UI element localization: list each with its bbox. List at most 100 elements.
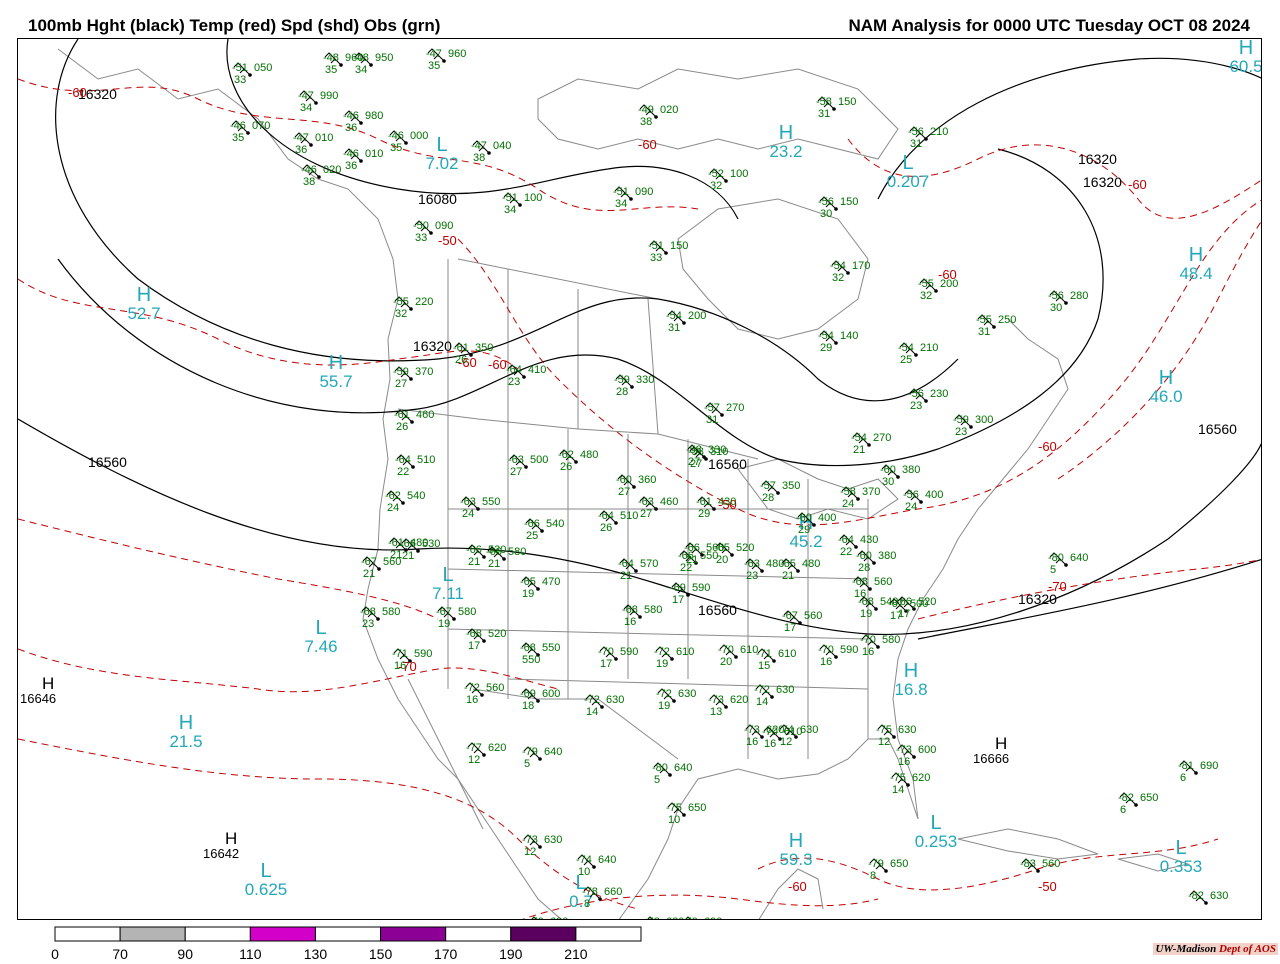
- obs-height: 350: [782, 480, 800, 492]
- obs-height: 520: [488, 628, 506, 640]
- station-obs: -6027 360: [616, 474, 656, 498]
- obs-height: 270: [726, 402, 744, 414]
- obs-temp: -80: [652, 762, 668, 774]
- station-obs: -5624 400: [903, 489, 943, 513]
- obs-height: 200: [940, 278, 958, 290]
- station-obs: -6719 580: [436, 606, 476, 630]
- station-obs: -7020610: [718, 644, 758, 668]
- station-obs: -6324 550: [460, 496, 500, 520]
- legend-cell: [575, 926, 642, 942]
- obs-temp: -82: [1188, 890, 1204, 902]
- obs-dewpoint: 13: [710, 706, 722, 718]
- obs-temp: -72: [654, 646, 670, 658]
- temp-label: -60: [1128, 177, 1147, 192]
- obs-temp: -83: [1020, 858, 1036, 870]
- obs-height: 370: [415, 366, 433, 378]
- credit-banner: UW-Madison Dept of AOS: [1153, 943, 1278, 955]
- station-obs: -6327 500: [508, 454, 548, 478]
- obs-temp: -60: [616, 474, 632, 486]
- obs-dewpoint: 12: [468, 754, 480, 766]
- obs-temp: -57: [760, 480, 776, 492]
- obs-height: 010: [315, 132, 333, 144]
- center-letter: H: [179, 712, 193, 734]
- obs-height: 630: [544, 834, 562, 846]
- obs-dewpoint: 32: [920, 290, 932, 302]
- obs-temp: -72: [754, 684, 770, 696]
- obs-dewpoint: 23: [746, 570, 758, 582]
- obs-height: 590: [840, 644, 858, 656]
- obs-height: 590: [414, 648, 432, 660]
- obs-height: 210: [930, 126, 948, 138]
- obs-dewpoint: 21: [402, 550, 414, 562]
- obs-dewpoint: 28: [616, 386, 628, 398]
- obs-height: 650: [1140, 792, 1158, 804]
- center-letter: H: [789, 830, 803, 852]
- obs-height: 540: [407, 490, 425, 502]
- obs-dewpoint: 27: [395, 378, 407, 390]
- temp-label: -50: [438, 233, 457, 248]
- temp-contour-caribbean: [18, 738, 639, 910]
- station-obs: -7115 610: [756, 648, 796, 672]
- obs-temp: -72: [656, 688, 672, 700]
- obs-dewpoint: 14: [892, 784, 904, 796]
- station-obs: -5531 250: [976, 314, 1016, 338]
- station-obs: -6426 510: [598, 510, 638, 534]
- temp-contour-west: [18, 278, 519, 370]
- obs-temp: -56: [818, 196, 834, 208]
- center-high: H21.5: [169, 712, 202, 751]
- station-obs: -5631 210: [908, 126, 948, 150]
- obs-height: 400: [925, 489, 943, 501]
- coastline-arctic: [537, 68, 899, 160]
- station-obs: -6817 520: [466, 628, 506, 652]
- obs-dewpoint: 32: [832, 272, 844, 284]
- obs-temp: -51: [502, 192, 518, 204]
- station-obs: -5134 090: [613, 186, 653, 210]
- obs-dewpoint: 33: [650, 252, 662, 264]
- obs-dewpoint: 8: [870, 870, 876, 882]
- obs-height: 620: [488, 742, 506, 754]
- obs-temp: -69: [670, 582, 686, 594]
- obs-dewpoint: 34: [300, 102, 312, 114]
- obs-dewpoint: 16: [898, 756, 910, 768]
- obs-temp: -58: [840, 486, 856, 498]
- temp-contour-north: [18, 78, 699, 212]
- station-obs: -6816 580: [622, 604, 662, 628]
- station-obs: -6028 380: [856, 550, 896, 574]
- center-letter: L: [260, 860, 271, 882]
- obs-height: 550: [542, 642, 560, 654]
- obs-dewpoint: 24: [842, 498, 854, 510]
- credit-institution: UW-Madison: [1155, 943, 1217, 955]
- station-obs: -826 650: [1118, 792, 1158, 816]
- height-contour-16080: [226, 39, 739, 220]
- obs-dewpoint: 26: [600, 522, 612, 534]
- temp-contour-east: [1057, 220, 1261, 480]
- obs-temp: -46: [343, 110, 359, 122]
- obs-temp: -74: [576, 854, 592, 866]
- obs-temp: -60: [796, 512, 812, 524]
- obs-height: 640: [1070, 552, 1088, 564]
- center-value: 59.3: [779, 850, 812, 869]
- obs-dewpoint: 21: [363, 568, 375, 580]
- obs-dewpoint: 21: [488, 558, 500, 570]
- obs-height: 600: [918, 744, 936, 756]
- station-obs: -7514 620: [890, 772, 930, 796]
- obs-temp: -59: [953, 414, 969, 426]
- obs-dewpoint: 26: [455, 354, 467, 366]
- obs-temp: -74: [778, 724, 794, 736]
- center-value: 0.207: [887, 172, 930, 191]
- center-high: H23.2: [769, 122, 802, 161]
- obs-height: 270: [873, 432, 891, 444]
- obs-dewpoint: 30: [820, 208, 832, 220]
- obs-temp: -77: [466, 742, 482, 754]
- obs-temp: -68: [858, 596, 874, 608]
- obs-temp: -73: [522, 834, 538, 846]
- station-obs: -805 640: [652, 762, 692, 786]
- station-obs: -7016 580: [860, 634, 900, 658]
- obs-temp: -66: [896, 596, 912, 608]
- obs-temp: -47: [293, 132, 309, 144]
- height-centers: H16646H16642H16666: [20, 674, 1009, 861]
- height-contours: [18, 39, 1261, 640]
- center-letter: L: [930, 812, 941, 834]
- obs-height: 620: [730, 694, 748, 706]
- center-value: 0.625: [245, 880, 288, 899]
